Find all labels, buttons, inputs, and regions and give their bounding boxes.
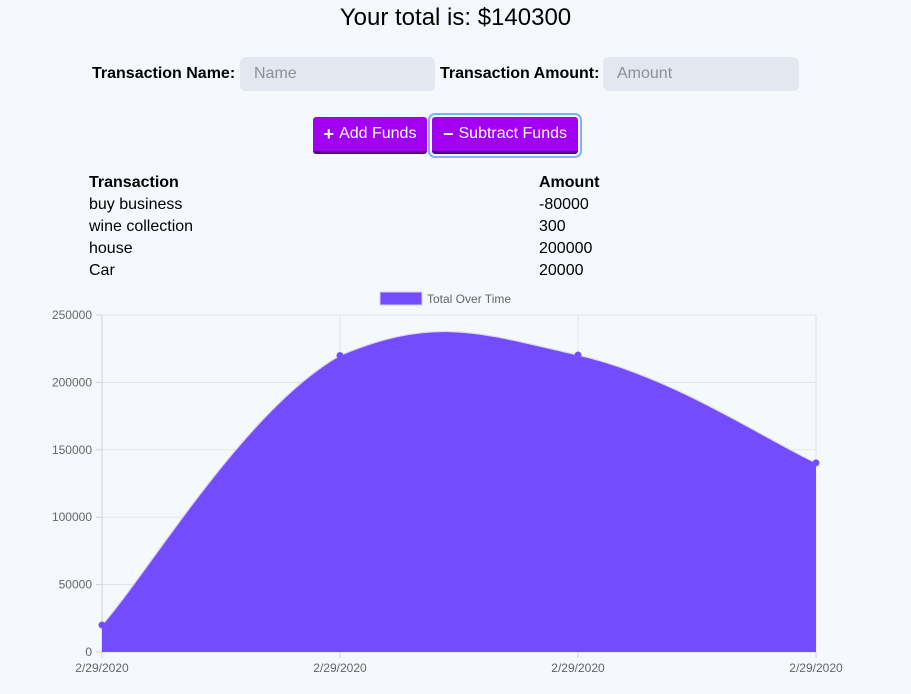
series-point [98,621,106,629]
subtract-funds-label: Subtract Funds [458,125,568,142]
x-tick-label: 2/29/2020 [789,661,843,675]
y-tick-label: 150000 [52,443,92,457]
plus-icon: + [323,124,335,144]
transaction-name-cell: buy business [89,196,183,213]
series-point [574,351,582,359]
header-amount: Amount [539,174,600,191]
add-funds-button[interactable]: + Add Funds [313,117,427,154]
transaction-name-cell: Car [89,262,115,279]
transaction-name-label: Transaction Name: [92,65,236,82]
total-heading: Your total is: $140300 [339,4,572,31]
series-point [336,351,344,359]
subtract-funds-button[interactable]: − Subtract Funds [432,117,578,154]
header-transaction: Transaction [89,174,179,191]
transaction-amount-cell: 20000 [539,262,584,279]
y-tick-label: 250000 [52,308,92,322]
y-tick-label: 50000 [59,578,93,592]
table-header-row: Transaction Amount [89,172,609,194]
legend-swatch [379,291,423,306]
transaction-amount-input[interactable] [603,57,799,91]
minus-icon: − [442,124,454,144]
transaction-name-cell: wine collection [89,218,194,235]
add-funds-label: Add Funds [339,125,417,142]
legend-label: Total Over Time [427,292,511,306]
y-tick-label: 100000 [52,510,92,524]
table-row: buy business -80000 [89,194,609,216]
x-tick-label: 2/29/2020 [75,661,129,675]
table-row: house 200000 [89,238,609,260]
x-tick-label: 2/29/2020 [313,661,367,675]
transaction-amount-cell: -80000 [539,196,589,213]
y-tick-label: 0 [85,645,92,659]
transaction-name-input[interactable] [240,57,435,91]
transaction-amount-label: Transaction Amount: [440,65,600,82]
total-over-time-chart: 0 50000 100000 150000 200000 250000 2/29/2020 2… [52,291,843,675]
transaction-amount-cell: 300 [539,218,566,235]
y-tick-label: 200000 [52,375,92,389]
x-tick-label: 2/29/2020 [551,661,605,675]
series-area [102,331,816,652]
transaction-name-cell: house [89,240,133,257]
table-row: wine collection 300 [89,216,609,238]
table-row: Car 20000 [89,260,609,282]
transaction-amount-cell: 200000 [539,240,593,257]
series-point [812,459,820,467]
